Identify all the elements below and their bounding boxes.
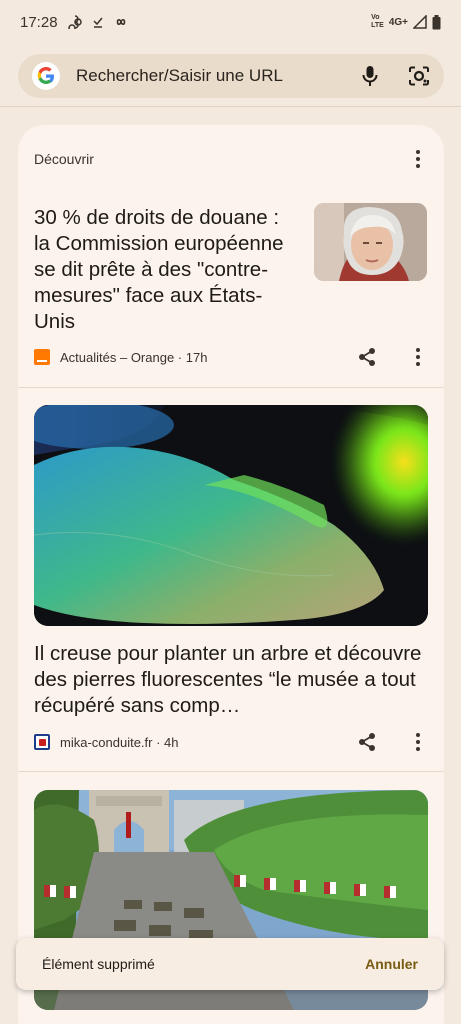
google-logo bbox=[32, 62, 60, 90]
volte-indicator: Vo LTE bbox=[371, 14, 384, 29]
lens-camera-icon[interactable] bbox=[408, 66, 430, 86]
discover-title: Découvrir bbox=[34, 151, 94, 167]
article-source: mika-conduite.fr · 4h bbox=[60, 734, 179, 750]
article-thumbnail[interactable] bbox=[314, 203, 427, 281]
source-icon bbox=[34, 349, 50, 365]
article-source: Actualités – Orange · 17h bbox=[60, 349, 208, 365]
network-type: 4G+ bbox=[388, 16, 408, 28]
search-bar[interactable]: Rechercher/Saisir une URL bbox=[18, 54, 444, 98]
status-time: 17:28 bbox=[20, 13, 58, 31]
more-options-icon[interactable] bbox=[408, 149, 428, 169]
status-bar: 17:28 Vo LTE 4G+ bbox=[0, 0, 461, 44]
share-icon[interactable] bbox=[358, 732, 376, 752]
article-divider bbox=[18, 771, 444, 772]
undo-button[interactable]: Annuler bbox=[365, 956, 418, 972]
source-icon bbox=[34, 734, 50, 750]
discover-feed: Découvrir 30 % de droits de douane : la … bbox=[18, 125, 444, 1024]
divider bbox=[0, 106, 461, 107]
snackbar: Élément supprimé Annuler bbox=[16, 938, 444, 990]
download-done-icon bbox=[93, 17, 103, 28]
article-meta: mika-conduite.fr · 4h bbox=[34, 732, 428, 752]
signal-icon bbox=[413, 15, 427, 29]
more-options-icon[interactable] bbox=[408, 347, 428, 367]
more-options-icon[interactable] bbox=[408, 732, 428, 752]
battery-icon bbox=[432, 14, 441, 29]
discover-header: Découvrir bbox=[34, 149, 428, 169]
infinity-icon bbox=[116, 18, 125, 26]
share-icon[interactable] bbox=[358, 347, 376, 367]
microphone-icon[interactable] bbox=[362, 65, 378, 87]
snackbar-message: Élément supprimé bbox=[42, 956, 155, 972]
article-image[interactable] bbox=[34, 405, 428, 626]
article-meta: Actualités – Orange · 17h bbox=[34, 347, 428, 367]
article-title[interactable]: Il creuse pour planter un arbre et décou… bbox=[34, 641, 428, 719]
article-title[interactable]: 30 % de droits de douane : la Commission… bbox=[34, 205, 284, 335]
pinwheel-icon bbox=[67, 15, 82, 29]
search-input[interactable]: Rechercher/Saisir une URL bbox=[76, 66, 283, 86]
article-divider bbox=[18, 387, 444, 388]
